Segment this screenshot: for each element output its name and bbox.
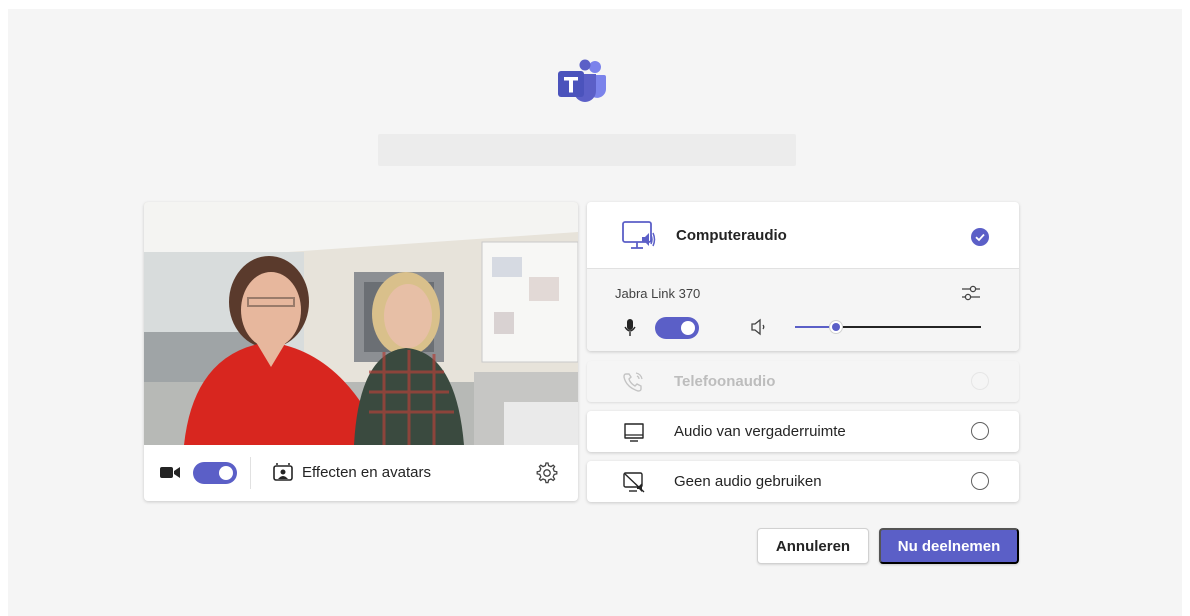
microphone-toggle[interactable] — [655, 317, 699, 339]
room-audio-label: Audio van vergaderruimte — [674, 423, 846, 440]
phone-icon — [623, 372, 643, 392]
effects-button-label[interactable]: Effecten en avatars — [302, 464, 431, 481]
video-preview-card: Effecten en avatars — [144, 202, 578, 501]
room-audio-option[interactable]: Audio van vergaderruimte — [587, 411, 1019, 452]
teams-logo-icon — [558, 59, 606, 102]
cancel-button[interactable]: Annuleren — [757, 528, 869, 564]
no-audio-radio[interactable] — [971, 472, 989, 490]
computer-audio-label: Computeraudio — [676, 227, 787, 244]
audio-device-name: Jabra Link 370 — [615, 286, 701, 301]
selected-check-icon — [971, 228, 989, 246]
no-audio-label: Geen audio gebruiken — [674, 473, 822, 490]
prejoin-screen: Effecten en avatars Computeraudio Jabra … — [8, 9, 1182, 616]
sliders-icon[interactable] — [961, 284, 981, 302]
volume-slider[interactable] — [795, 320, 981, 334]
volume-slider-thumb[interactable] — [828, 320, 843, 334]
speaker-icon — [751, 318, 765, 336]
gear-icon[interactable] — [536, 462, 558, 484]
join-now-button[interactable]: Nu deelnemen — [879, 528, 1019, 564]
camera-toggle[interactable] — [193, 462, 237, 484]
meeting-title — [378, 134, 796, 166]
microphone-icon — [624, 319, 636, 336]
camera-preview — [144, 202, 578, 445]
camera-preview-image — [144, 202, 578, 445]
phone-audio-label: Telefoonaudio — [674, 373, 776, 390]
divider — [250, 457, 251, 489]
room-audio-icon — [624, 423, 644, 442]
room-audio-radio[interactable] — [971, 422, 989, 440]
camera-icon[interactable] — [160, 464, 180, 480]
no-audio-icon — [623, 472, 645, 493]
effects-icon[interactable] — [273, 463, 293, 481]
phone-audio-radio — [971, 372, 989, 390]
computer-audio-option[interactable]: Computeraudio Jabra Link 370 — [587, 202, 1019, 351]
phone-audio-option: Telefoonaudio — [587, 361, 1019, 402]
computer-audio-settings: Jabra Link 370 — [587, 269, 1019, 351]
video-controls: Effecten en avatars — [144, 445, 578, 501]
computer-audio-icon — [622, 221, 656, 249]
computer-audio-header[interactable]: Computeraudio — [587, 202, 1019, 269]
no-audio-option[interactable]: Geen audio gebruiken — [587, 461, 1019, 502]
